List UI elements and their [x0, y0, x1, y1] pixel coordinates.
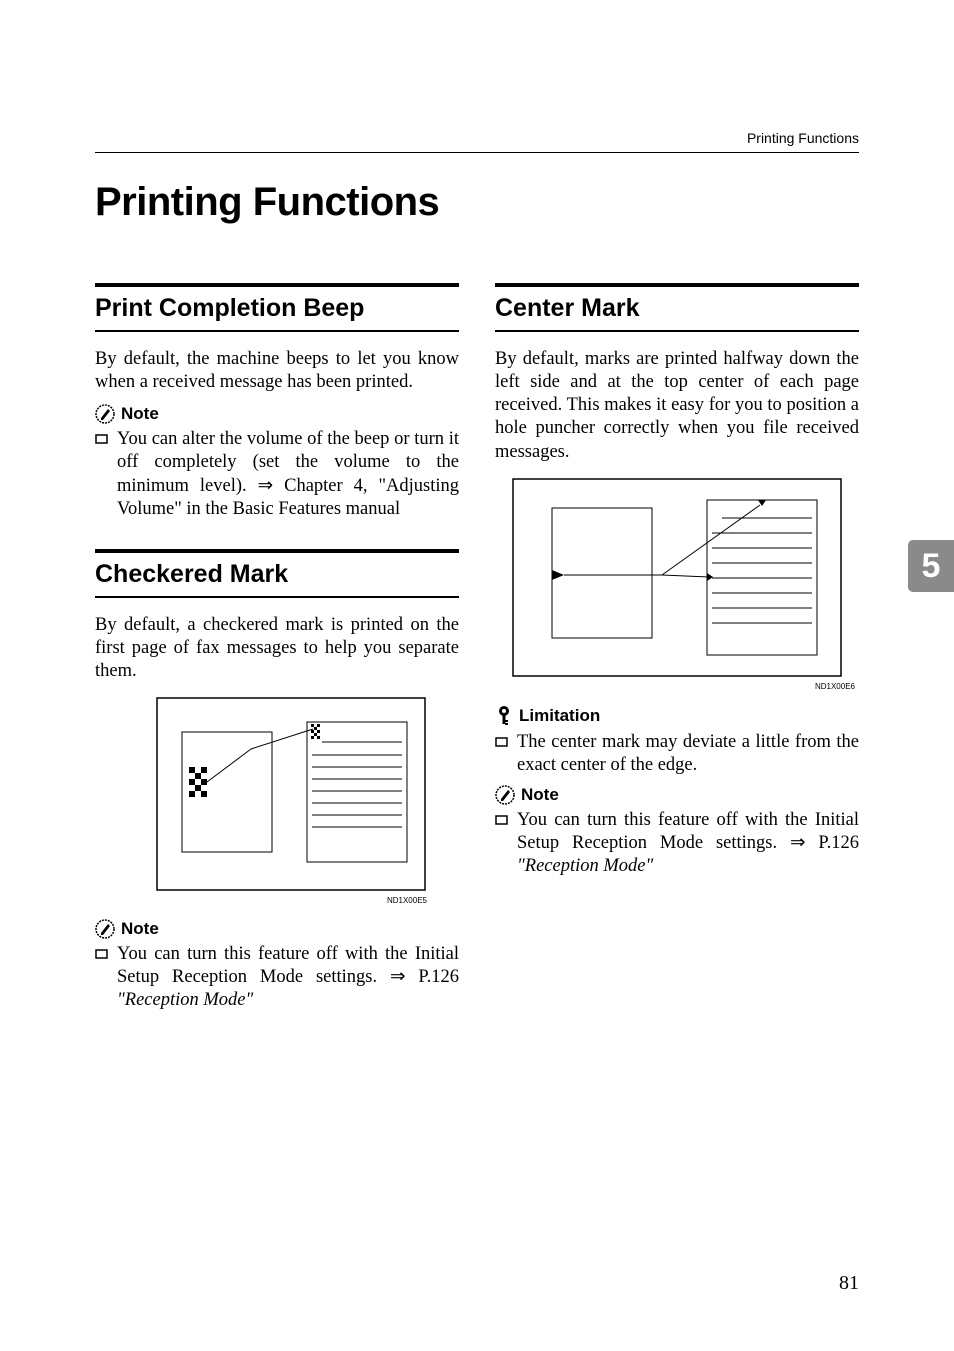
key-limitation-icon: [495, 705, 513, 727]
note-link-ref: "Reception Mode": [517, 856, 653, 876]
bullet-box-icon: [495, 733, 517, 777]
two-column-layout: Print Completion Beep By default, the ma…: [95, 283, 859, 1041]
heading-rule-top: [95, 283, 459, 287]
note-text: You can turn this feature off with the I…: [517, 809, 859, 878]
figure-caption: ND1X00E6: [495, 682, 855, 691]
note-label: Note: [121, 404, 159, 424]
body-paragraph: By default, marks are printed halfway do…: [495, 348, 859, 464]
bullet-box-icon: [495, 811, 517, 878]
body-paragraph: By default, a checkered mark is printed …: [95, 614, 459, 683]
note-callout-head: Note: [95, 919, 459, 939]
heading-rule-bottom: [95, 596, 459, 598]
note-text: You can turn this feature off with the I…: [117, 943, 459, 1012]
bullet-box-icon: [95, 945, 117, 1012]
page-title: Printing Functions: [95, 180, 859, 225]
limitation-list-item: The center mark may deviate a little fro…: [495, 731, 859, 777]
note-list-item: You can alter the volume of the beep or …: [95, 428, 459, 521]
figure-center-mark: [512, 478, 842, 678]
section-heading: Center Mark: [495, 291, 859, 326]
right-column: Center Mark By default, marks are printe…: [495, 283, 859, 1041]
body-paragraph: By default, the machine beeps to let you…: [95, 348, 459, 394]
limitation-text: The center mark may deviate a little fro…: [517, 731, 859, 777]
heading-rule-bottom: [95, 330, 459, 332]
pencil-note-icon: [95, 919, 115, 939]
note-text-b: P.126: [806, 833, 860, 853]
section-heading: Print Completion Beep: [95, 291, 459, 326]
section-print-completion-beep: Print Completion Beep By default, the ma…: [95, 283, 459, 521]
heading-rule-top: [95, 549, 459, 553]
chapter-tab: 5: [908, 540, 954, 592]
bullet-box-icon: [95, 430, 117, 521]
note-callout-head: Note: [95, 404, 459, 424]
limitation-label: Limitation: [519, 706, 600, 726]
left-column: Print Completion Beep By default, the ma…: [95, 283, 459, 1041]
note-text: You can alter the volume of the beep or …: [117, 428, 459, 521]
running-header: Printing Functions: [747, 130, 859, 146]
section-center-mark: Center Mark By default, marks are printe…: [495, 283, 859, 878]
figure-caption: ND1X00E5: [95, 896, 427, 905]
page-number: 81: [839, 1272, 859, 1295]
note-label: Note: [521, 785, 559, 805]
header-rule: [95, 152, 859, 153]
note-label: Note: [121, 919, 159, 939]
section-checkered-mark: Checkered Mark By default, a checkered m…: [95, 549, 459, 1013]
note-callout-head: Note: [495, 785, 859, 805]
note-text-b: P.126: [406, 967, 460, 987]
pencil-note-icon: [495, 785, 515, 805]
figure-checkered-mark: [127, 697, 427, 892]
note-list-item: You can turn this feature off with the I…: [495, 809, 859, 878]
pencil-note-icon: [95, 404, 115, 424]
note-link-ref: "Reception Mode": [117, 990, 253, 1010]
section-heading: Checkered Mark: [95, 557, 459, 592]
note-list-item: You can turn this feature off with the I…: [95, 943, 459, 1012]
heading-rule-top: [495, 283, 859, 287]
limitation-callout-head: Limitation: [495, 705, 859, 727]
heading-rule-bottom: [495, 330, 859, 332]
